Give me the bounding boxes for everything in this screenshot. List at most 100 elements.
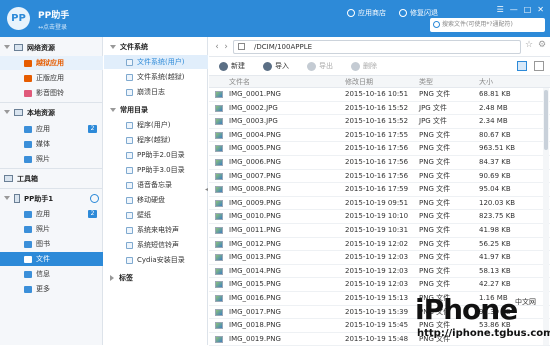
- sidebar-item-media-ringtones[interactable]: 影音图铃: [0, 86, 103, 100]
- login-link[interactable]: ↔点击登录: [38, 22, 67, 31]
- image-file-icon: [215, 145, 223, 153]
- gear-icon[interactable]: ⚙: [538, 40, 546, 50]
- dir-crash-logs[interactable]: 崩溃日志: [104, 85, 208, 99]
- sidebar-item-local-photos[interactable]: 照片: [0, 152, 103, 166]
- dir-ringtones[interactable]: 系统来电铃声: [104, 223, 208, 237]
- scrollbar-thumb[interactable]: [544, 90, 548, 150]
- path-input[interactable]: /DCIM/100APPLE: [233, 40, 521, 54]
- grid-view-icon[interactable]: [534, 61, 544, 71]
- import-button[interactable]: 导入: [263, 61, 289, 71]
- delete-button[interactable]: 删除: [351, 61, 377, 71]
- image-file-icon: [215, 104, 223, 112]
- table-header: 文件名 修改日期 类型 大小: [209, 76, 550, 88]
- table-row[interactable]: IMG_0001.PNG 2015-10-16 10:51 PNG 文件 68.81 …: [209, 88, 550, 102]
- column-header-size[interactable]: 大小: [479, 76, 493, 88]
- table-row[interactable]: IMG_0007.PNG 2015-10-16 17:56 PNG 文件 90.69 …: [209, 170, 550, 184]
- image-file-icon: [215, 308, 223, 316]
- section-file-system[interactable]: 文件系统: [104, 40, 208, 54]
- folder-icon: [126, 151, 133, 159]
- dir-fs-jailbreak[interactable]: 文件系统(越狱): [104, 70, 208, 84]
- jailbreak-apps-icon: [24, 59, 32, 67]
- list-view-icon[interactable]: [517, 61, 527, 71]
- app-store-button[interactable]: 应用商店: [347, 8, 386, 18]
- section-local[interactable]: 本地资源: [0, 105, 103, 120]
- section-network[interactable]: 网络资源: [0, 40, 103, 55]
- table-row[interactable]: IMG_0013.PNG 2015-10-19 12:03 PNG 文件 41.97 …: [209, 251, 550, 265]
- column-header-name[interactable]: 文件名: [229, 76, 250, 88]
- file-type: PNG 文件: [419, 266, 451, 275]
- table-row[interactable]: IMG_0004.PNG 2015-10-16 17:55 PNG 文件 80.67 …: [209, 129, 550, 143]
- section-common-dirs[interactable]: 常用目录: [104, 103, 208, 117]
- dir-wallpaper[interactable]: 壁纸: [104, 208, 208, 222]
- folder-icon: [126, 121, 133, 129]
- watermark-logo: iPhone: [415, 293, 518, 326]
- sidebar-item-device-apps[interactable]: 应用 2: [0, 207, 103, 221]
- new-button[interactable]: 新建: [219, 61, 245, 71]
- expand-arrow-icon: [4, 196, 10, 201]
- column-header-type[interactable]: 类型: [419, 76, 433, 88]
- sidebar-item-files[interactable]: 文件: [0, 252, 103, 266]
- sidebar-item-messages[interactable]: 信息: [0, 267, 103, 281]
- directory-panel: 文件系统 文件系统(用户) 文件系统(越狱) 崩溃日志 常用目录 程序(用户) …: [104, 37, 208, 345]
- image-file-icon: [215, 267, 223, 275]
- dir-cydia[interactable]: Cydia安装目录: [104, 253, 208, 267]
- column-header-date[interactable]: 修改日期: [345, 76, 373, 88]
- dir-voice-memos[interactable]: 语音备忘录: [104, 178, 208, 192]
- dir-label: 移动硬盘: [137, 196, 165, 204]
- sidebar-item-official-apps[interactable]: 正版应用: [0, 71, 103, 85]
- file-toolbar: 新建 导入 导出 删除: [209, 57, 550, 76]
- section-tags[interactable]: 标签: [104, 271, 208, 285]
- section-device[interactable]: PP助手1: [0, 191, 103, 206]
- table-row[interactable]: IMG_0006.PNG 2015-10-16 17:56 PNG 文件 84.37 …: [209, 156, 550, 170]
- sidebar-item-local-apps[interactable]: 应用 2: [0, 122, 103, 136]
- dir-pp2[interactable]: PP助手2.0目录: [104, 148, 208, 162]
- image-file-icon: [215, 172, 223, 180]
- file-name: IMG_0002.JPG: [229, 103, 278, 112]
- table-row[interactable]: IMG_0015.PNG 2015-10-19 12:03 PNG 文件 42.27 …: [209, 278, 550, 292]
- dir-label: 程序(越狱): [137, 136, 171, 144]
- app-logo-icon: PP: [7, 7, 30, 30]
- path-text: /DCIM/100APPLE: [254, 43, 313, 51]
- sidebar-item-more[interactable]: 更多: [0, 282, 103, 296]
- forward-icon[interactable]: ›: [221, 41, 231, 53]
- table-row[interactable]: IMG_0005.PNG 2015-10-16 17:56 PNG 文件 963.51…: [209, 142, 550, 156]
- table-row[interactable]: IMG_0010.PNG 2015-10-19 10:10 PNG 文件 823.75…: [209, 210, 550, 224]
- title-bar: PP PP助手 ↔点击登录 应用商店 修复闪退 ☰ — □ ✕ 搜索文件(可使用…: [0, 0, 550, 37]
- photo-icon: [24, 225, 32, 233]
- dir-sms-tones[interactable]: 系统短信铃声: [104, 238, 208, 252]
- sidebar-item-jailbreak-apps[interactable]: 越狱应用: [0, 56, 103, 70]
- file-size: 120.03 KB: [479, 198, 516, 207]
- menu-icon[interactable]: ☰: [497, 5, 504, 14]
- sidebar-item-books[interactable]: 图书: [0, 237, 103, 251]
- table-row[interactable]: IMG_0011.PNG 2015-10-19 10:31 PNG 文件 41.98 …: [209, 224, 550, 238]
- close-icon[interactable]: ✕: [537, 5, 544, 14]
- file-date: 2015-10-16 17:56: [345, 158, 409, 166]
- dir-fs-user[interactable]: 文件系统(用户): [104, 55, 208, 69]
- star-icon[interactable]: ☆: [525, 40, 533, 50]
- fix-crash-button[interactable]: 修复闪退: [399, 8, 438, 18]
- sidebar-item-local-media[interactable]: 媒体: [0, 137, 103, 151]
- table-row[interactable]: IMG_0008.PNG 2015-10-16 17:59 PNG 文件 95.04 …: [209, 183, 550, 197]
- dir-apps-jailbreak[interactable]: 程序(越狱): [104, 133, 208, 147]
- table-row[interactable]: IMG_0012.PNG 2015-10-19 12:02 PNG 文件 56.25 …: [209, 238, 550, 252]
- table-row[interactable]: IMG_0003.JPG 2015-10-16 15:52 JPG 文件 2.34 M…: [209, 115, 550, 129]
- image-file-icon: [215, 213, 223, 221]
- image-file-icon: [215, 186, 223, 194]
- search-icon: [433, 21, 440, 28]
- watermark-cn: 中文网: [515, 298, 536, 306]
- search-input[interactable]: 搜索文件(可使用*?通配符): [430, 18, 545, 32]
- export-button[interactable]: 导出: [307, 61, 333, 71]
- network-icon: [14, 44, 23, 51]
- file-size: 68.81 KB: [479, 90, 511, 98]
- dir-usb-drive[interactable]: 移动硬盘: [104, 193, 208, 207]
- dir-pp3[interactable]: PP助手3.0目录: [104, 163, 208, 177]
- table-row[interactable]: IMG_0009.PNG 2015-10-19 09:51 PNG 文件 120.03…: [209, 197, 550, 211]
- section-label: 网络资源: [27, 43, 55, 52]
- dir-apps-user[interactable]: 程序(用户): [104, 118, 208, 132]
- maximize-icon[interactable]: □: [524, 5, 532, 14]
- sidebar-item-device-photos[interactable]: 照片: [0, 222, 103, 236]
- table-row[interactable]: IMG_0014.PNG 2015-10-19 12:03 PNG 文件 58.13 …: [209, 265, 550, 279]
- section-toolbox[interactable]: 工具箱: [0, 171, 103, 186]
- minimize-icon[interactable]: —: [510, 5, 518, 14]
- table-row[interactable]: IMG_0002.JPG 2015-10-16 15:52 JPG 文件 2.48 M…: [209, 102, 550, 116]
